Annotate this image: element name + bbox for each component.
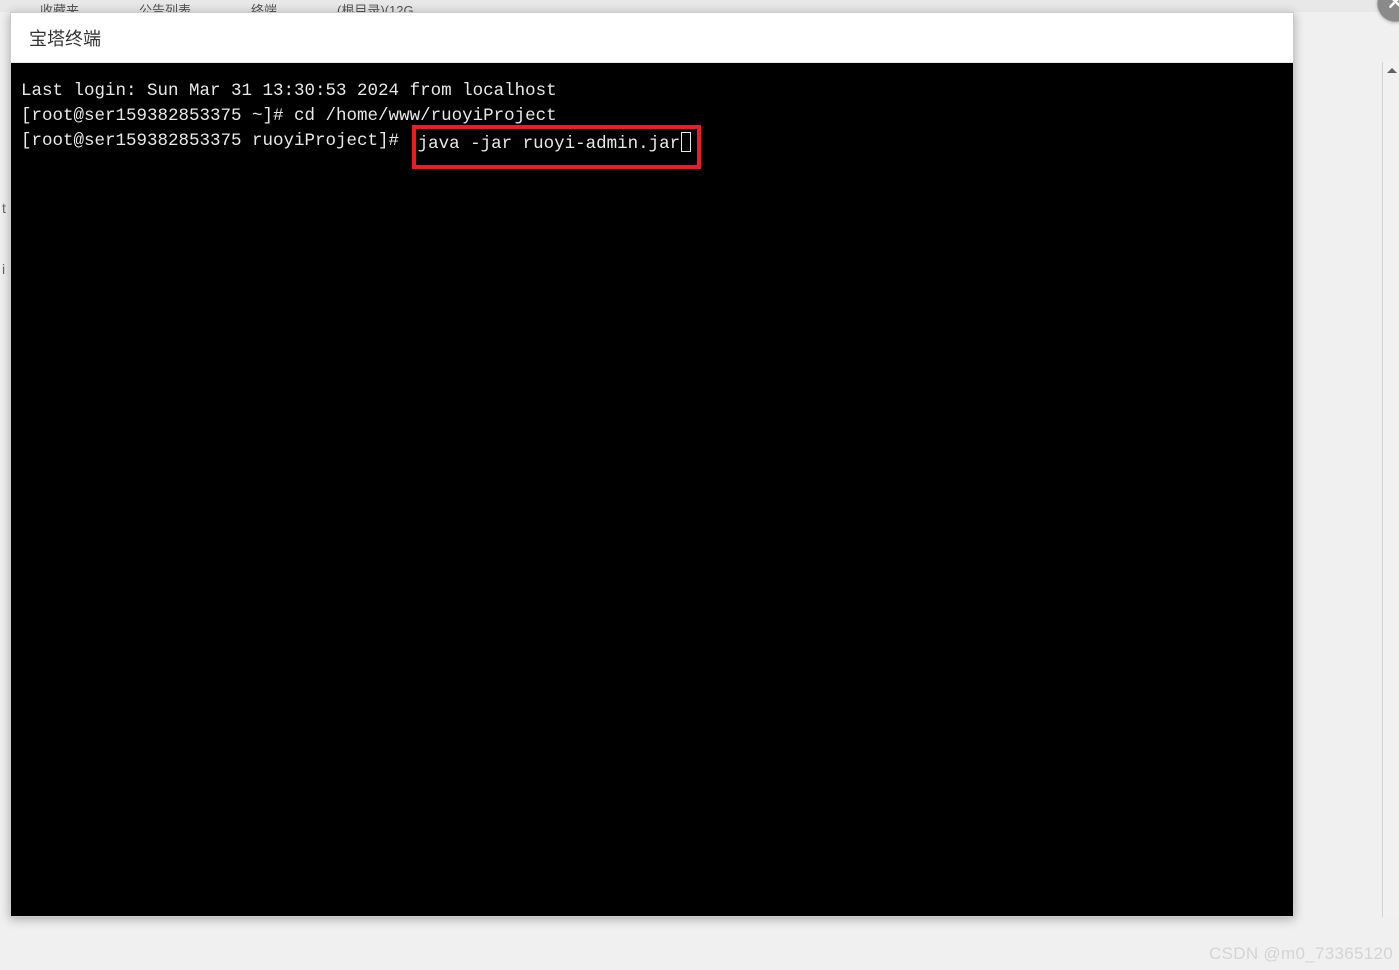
- terminal-prompt: [root@ser159382853375 ~]#: [21, 106, 294, 126]
- terminal-line-login: Last login: Sun Mar 31 13:30:53 2024 fro…: [21, 79, 1283, 104]
- left-fragment: t i: [2, 200, 6, 277]
- close-icon: [1386, 0, 1399, 15]
- terminal-body[interactable]: Last login: Sun Mar 31 13:30:53 2024 fro…: [11, 63, 1293, 916]
- bg-tab: 终端: [251, 0, 277, 12]
- terminal-modal: 宝塔终端 Last login: Sun Mar 31 13:30:53 202…: [10, 12, 1294, 917]
- terminal-command: cd /home/www/ruoyiProject: [294, 106, 557, 126]
- bg-tab: 公告列表: [139, 0, 191, 12]
- highlighted-command: java -jar ruoyi-admin.jar: [412, 125, 702, 169]
- modal-header: 宝塔终端: [11, 13, 1293, 63]
- terminal-command: java -jar ruoyi-admin.jar: [418, 134, 681, 154]
- scroll-up-arrow-icon[interactable]: [1383, 62, 1399, 79]
- terminal-prompt: [root@ser159382853375 ruoyiProject]#: [21, 131, 410, 151]
- close-button[interactable]: [1377, 0, 1399, 22]
- terminal-line-java: [root@ser159382853375 ruoyiProject]# jav…: [21, 129, 1283, 169]
- modal-title: 宝塔终端: [29, 25, 101, 51]
- watermark: CSDN @m0_73365120: [1209, 944, 1393, 964]
- background-menu-bar: 收藏夹 公告列表 终端 (根目录)(12G: [0, 0, 1399, 12]
- scrollbar-track[interactable]: [1382, 62, 1399, 917]
- bg-tab: 收藏夹: [40, 0, 79, 12]
- terminal-cursor: [681, 132, 691, 152]
- bg-tab: (根目录)(12G: [337, 0, 414, 12]
